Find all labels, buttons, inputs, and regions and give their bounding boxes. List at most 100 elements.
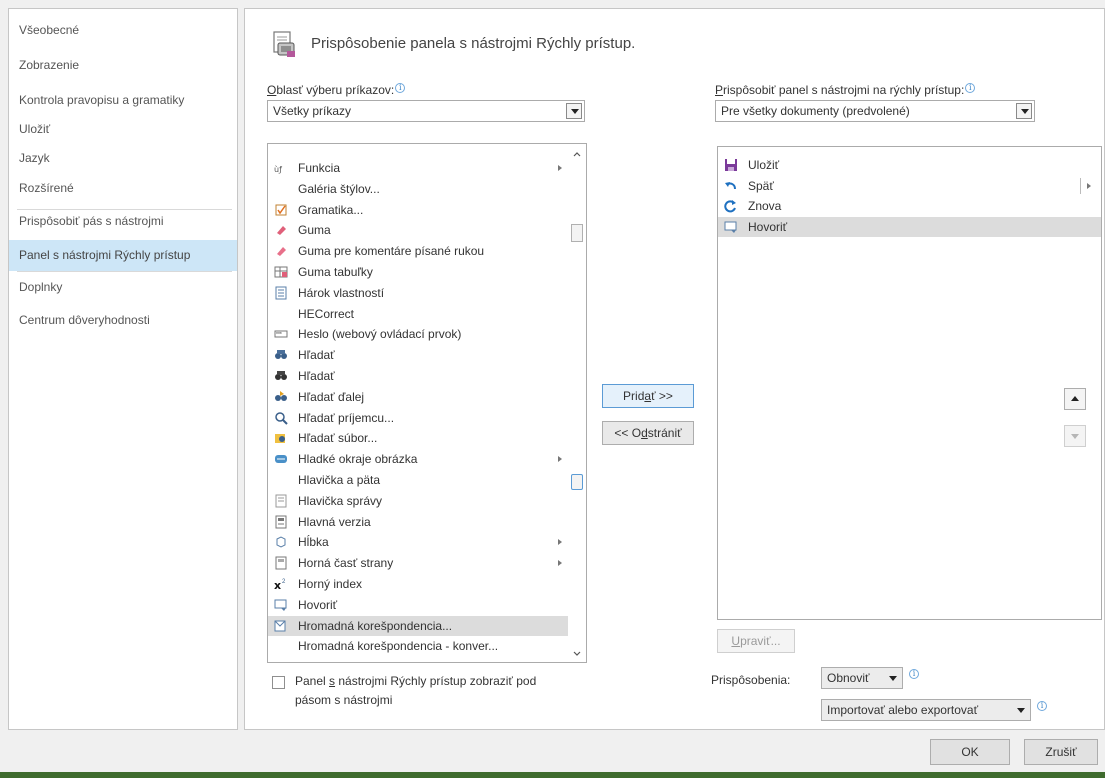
add-button[interactable]: Pridať >>: [602, 384, 694, 408]
scroll-indicator: [571, 474, 583, 490]
commands-scrollbar[interactable]: [568, 144, 586, 662]
info-icon: i: [395, 83, 406, 93]
label-text: << O: [614, 426, 642, 440]
chevron-down-icon[interactable]: [1016, 103, 1032, 119]
binoculars-icon: [275, 371, 287, 380]
svg-text:***: ***: [276, 332, 282, 338]
command-list-item[interactable]: Hlavička a päta: [268, 470, 568, 490]
scroll-thumb[interactable]: [571, 224, 583, 242]
speak-icon: [724, 221, 737, 233]
find-recipient-icon: [275, 411, 288, 425]
qat-list-item[interactable]: Späť: [718, 176, 1101, 196]
scroll-down-icon[interactable]: [572, 648, 582, 658]
list-item-label: Hromadná korešpondencia...: [298, 618, 453, 633]
sidebar-item-add-ins[interactable]: Doplnky: [9, 272, 237, 303]
select-value: Pre všetky dokumenty (predvolené): [721, 104, 910, 118]
grammar-icon: [275, 204, 287, 216]
cancel-button[interactable]: Zrušiť: [1024, 739, 1098, 765]
scroll-up-icon[interactable]: [572, 150, 582, 160]
qat-list-item[interactable]: Hovoriť: [718, 216, 1101, 237]
label-text: praviť...: [740, 634, 781, 648]
command-list-item[interactable]: Hľadať ďalej: [268, 387, 568, 407]
command-list-item[interactable]: Guma pre komentáre písané rukou: [268, 241, 568, 261]
sidebar-item-general[interactable]: Všeobecné: [9, 15, 237, 46]
command-list-item[interactable]: ùƒ Funkcia: [268, 158, 568, 178]
command-list-item[interactable]: Galéria štýlov...: [268, 179, 568, 199]
ink-eraser-icon: [277, 247, 286, 257]
command-list-item[interactable]: Hlavná verzia: [268, 512, 568, 532]
command-list-item[interactable]: Horná časť strany: [268, 553, 568, 573]
list-item-label: Hovoriť: [748, 219, 788, 234]
sidebar-item-customize-ribbon[interactable]: Prispôsobiť pás s nástrojmi: [9, 206, 237, 237]
command-list-item[interactable]: Gramatika...: [268, 200, 568, 220]
chevron-right-icon: [558, 456, 562, 463]
sidebar-item-display[interactable]: Zobrazenie: [9, 50, 237, 81]
label-text: iť: [862, 671, 870, 685]
list-item-label: HECorrect: [298, 306, 355, 321]
remove-button[interactable]: << Odstrániť: [602, 421, 694, 445]
command-list-item[interactable]: Hlavička správy: [268, 491, 568, 511]
command-list-item[interactable]: Hovoriť: [268, 595, 568, 615]
options-dialog: Všeobecné Zobrazenie Kontrola pravopisu …: [0, 0, 1105, 778]
command-list-item[interactable]: Hľadať: [268, 345, 568, 365]
redo-icon: [724, 200, 736, 213]
undo-icon: [725, 181, 736, 189]
sidebar-item-language[interactable]: Jazyk: [9, 143, 237, 174]
sidebar-item-quick-access-toolbar[interactable]: Panel s nástrojmi Rýchly prístup: [9, 240, 237, 271]
commands-list[interactable]: ùƒ Funkcia Galéria štýlov... Gramatika... Gu…: [267, 143, 587, 663]
list-item-label: Hromadná korešpondencia - konver...: [298, 639, 499, 654]
list-item-label: Hlavná verzia: [298, 514, 371, 529]
info-icon: i: [1037, 701, 1047, 711]
speak-icon: [274, 599, 287, 611]
sidebar-item-proofing[interactable]: Kontrola pravopisu a gramatiky: [9, 85, 237, 116]
command-list-item[interactable]: Hľadať: [268, 366, 568, 386]
command-list-item[interactable]: Hĺbka: [268, 532, 568, 552]
modify-button[interactable]: Upraviť...: [717, 629, 795, 653]
sidebar-item-advanced[interactable]: Rozšírené: [9, 173, 237, 204]
qat-list-item[interactable]: Znova: [718, 196, 1101, 216]
reset-button[interactable]: Obnoviť: [821, 667, 903, 689]
function-icon: ùƒ: [274, 165, 282, 174]
command-list-item[interactable]: Guma: [268, 220, 568, 240]
command-list-item[interactable]: Hľadať súbor...: [268, 428, 568, 448]
command-list-item[interactable]: Hromadná korešpondencia - konver...: [268, 636, 568, 656]
command-list-item[interactable]: Hromadná korešpondencia...: [268, 615, 568, 636]
ok-button[interactable]: OK: [930, 739, 1010, 765]
customizations-label: Prispôsobenia:: [711, 673, 791, 687]
command-list-item[interactable]: Guma tabuľky: [268, 262, 568, 282]
list-item-label: Guma pre komentáre písané rukou: [298, 244, 485, 259]
eraser-icon: [277, 226, 286, 236]
chevron-right-icon: [558, 165, 562, 171]
qat-commands-list[interactable]: Uložiť Späť Znova Hovoriť: [717, 146, 1102, 620]
depth-icon: [276, 536, 286, 548]
command-list-item[interactable]: Hárok vlastností: [268, 283, 568, 303]
find-icon: [275, 350, 287, 360]
superscript-icon: x2: [274, 579, 286, 591]
show-below-ribbon-checkbox[interactable]: [272, 676, 285, 689]
chevron-down-icon[interactable]: [566, 103, 582, 119]
command-list-item[interactable]: *** Heslo (webový ovládací prvok): [268, 324, 568, 344]
move-up-button[interactable]: [1064, 388, 1086, 410]
label-text: mportovať alebo exportovať: [830, 703, 979, 717]
command-list-item[interactable]: HECorrect: [268, 304, 568, 324]
command-list-item[interactable]: Hľadať príjemcu...: [268, 408, 568, 428]
sidebar-item-trust-center[interactable]: Centrum dôveryhodnosti: [9, 305, 237, 336]
property-sheet-icon: [275, 286, 287, 300]
access-key: O: [267, 83, 277, 97]
label-text: Panel: [295, 674, 330, 688]
sidebar-item-save[interactable]: Uložiť: [9, 114, 237, 145]
command-list-item[interactable]: x 2 Horný index: [268, 574, 568, 594]
move-down-button[interactable]: [1064, 425, 1086, 447]
save-icon: [725, 159, 737, 171]
qat-scope-select[interactable]: Pre všetky dokumenty (predvolené): [715, 100, 1035, 122]
list-item-label: Hľadať ďalej: [298, 389, 365, 404]
table-eraser-icon: [274, 266, 288, 278]
commands-source-select[interactable]: Všetky príkazy: [267, 100, 585, 122]
qat-list-item[interactable]: Uložiť: [718, 155, 1101, 175]
import-export-button[interactable]: Importovať alebo exportovať: [821, 699, 1031, 721]
command-list-item[interactable]: Hladké okraje obrázka: [268, 449, 568, 469]
label-text: blasť výberu príkazov:: [276, 83, 395, 97]
major-version-icon: [275, 515, 287, 529]
list-item-label: Hárok vlastností: [298, 285, 385, 300]
access-key: d: [641, 426, 648, 440]
